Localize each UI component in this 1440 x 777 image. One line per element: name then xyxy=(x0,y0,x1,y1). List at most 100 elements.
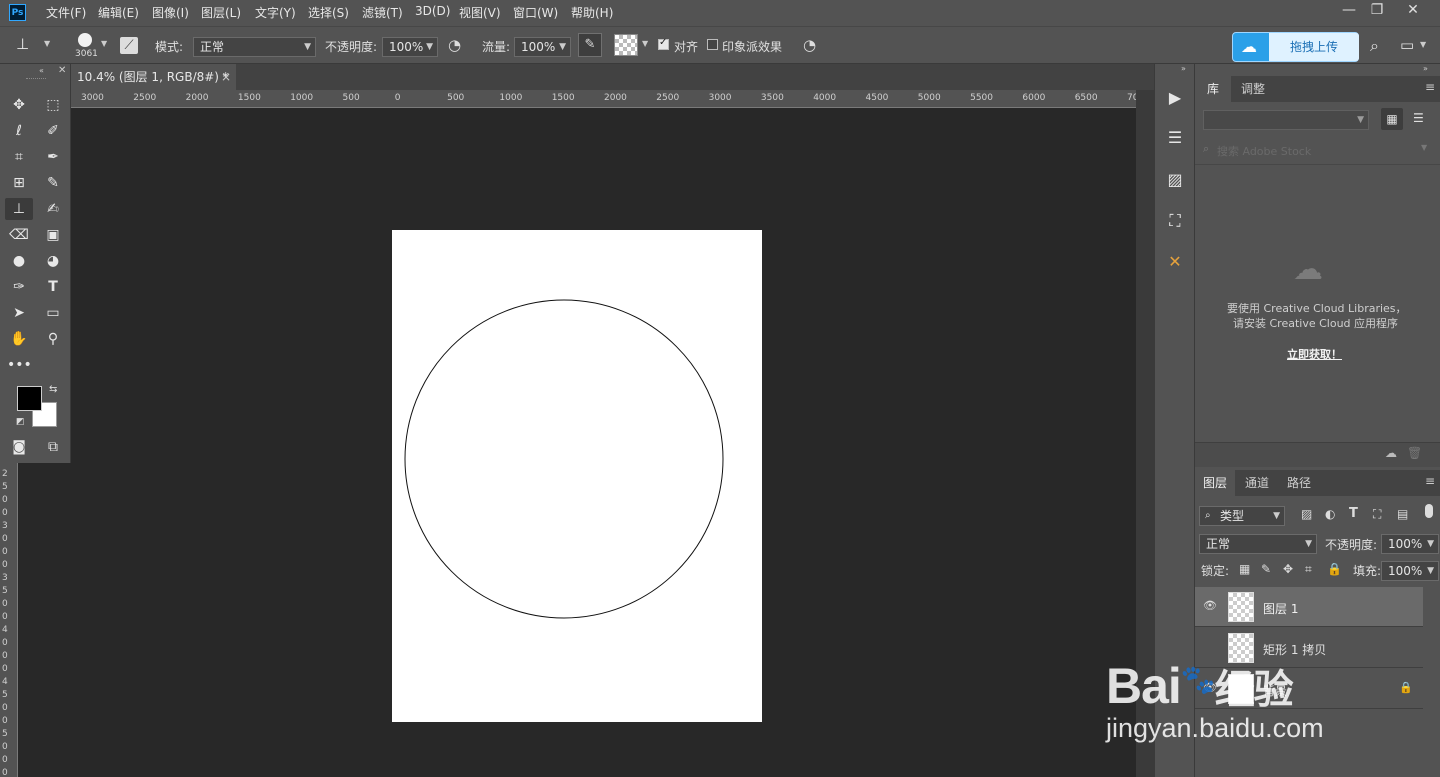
layer-name[interactable]: 图层 1 xyxy=(1263,600,1298,617)
list-view-icon[interactable]: ☰ xyxy=(1413,111,1424,125)
collapse-panel-icon[interactable]: « xyxy=(39,66,44,75)
path-selection-tool-icon[interactable]: ➤ xyxy=(7,302,31,324)
close-window-button[interactable]: ✕ xyxy=(1396,0,1430,22)
filter-smart-object-icon[interactable]: ▤ xyxy=(1397,507,1408,521)
fill-input[interactable]: 100% ▼ xyxy=(1381,561,1439,581)
menu-3d[interactable]: 3D(D) xyxy=(415,4,450,18)
brush-tool-icon[interactable]: ✎ xyxy=(41,172,65,194)
quick-select-tool-icon[interactable]: ✐ xyxy=(41,120,65,142)
zoom-tool-icon[interactable]: ⚲ xyxy=(41,328,65,350)
move-tool-icon[interactable]: ✥ xyxy=(7,94,31,116)
collapse-strip-icon[interactable]: » xyxy=(1181,64,1186,73)
history-brush-tool-icon[interactable]: ✍ xyxy=(41,198,65,220)
dodge-tool-icon[interactable]: ◕ xyxy=(41,250,65,272)
tab-libraries[interactable]: 库 xyxy=(1195,76,1231,102)
pressure-opacity-icon[interactable]: ◔ xyxy=(448,36,461,54)
brush-tip-icon[interactable] xyxy=(78,33,92,47)
menu-window[interactable]: 窗口(W) xyxy=(513,4,558,21)
properties-icon[interactable]: ☰ xyxy=(1163,126,1187,150)
cloud-upload-button[interactable]: ☁ 拖拽上传 xyxy=(1232,32,1359,62)
tool-preset-chevron-down-icon[interactable]: ▼ xyxy=(44,39,50,48)
filter-pixel-icon[interactable]: ▨ xyxy=(1301,507,1312,521)
person-frame-icon[interactable]: ⛶ xyxy=(1163,209,1187,233)
clone-source-swatch[interactable] xyxy=(614,34,638,56)
layer-opacity-input[interactable]: 100% ▼ xyxy=(1381,534,1439,554)
quick-mask-icon[interactable]: ◙ xyxy=(7,436,31,458)
document-tab[interactable]: 10.4% (图层 1, RGB/8#) * × xyxy=(71,64,236,90)
panel-grip[interactable] xyxy=(26,78,46,81)
lock-transparency-icon[interactable]: ▦ xyxy=(1239,562,1250,576)
align-checkbox[interactable] xyxy=(658,37,669,50)
pen-tool-icon[interactable]: ✑ xyxy=(7,276,31,298)
pressure-size-icon[interactable]: ◔ xyxy=(803,36,816,54)
blur-tool-icon[interactable]: ● xyxy=(7,250,31,272)
type-tool-icon[interactable]: T xyxy=(41,276,65,298)
brush-settings-icon[interactable]: ⟋ xyxy=(120,37,138,54)
close-panel-icon[interactable]: ✕ xyxy=(58,65,66,76)
restore-button[interactable]: ❐ xyxy=(1360,0,1394,22)
lock-pixels-icon[interactable]: ✎ xyxy=(1261,562,1271,576)
grid-view-icon[interactable]: ▦ xyxy=(1381,108,1403,130)
eyedropper-tool-icon[interactable]: ✒ xyxy=(41,146,65,168)
trash-icon[interactable]: 🗑 xyxy=(1407,446,1422,460)
menu-filter[interactable]: 滤镜(T) xyxy=(362,4,403,21)
filter-shape-icon[interactable]: ⛶ xyxy=(1373,507,1381,522)
tab-layers[interactable]: 图层 xyxy=(1195,470,1235,496)
tab-paths[interactable]: 路径 xyxy=(1279,470,1319,496)
gradient-tool-icon[interactable]: ▣ xyxy=(41,224,65,246)
menu-view[interactable]: 视图(V) xyxy=(459,4,501,21)
default-colors-icon[interactable]: ◩ xyxy=(16,417,25,427)
get-it-now-link[interactable]: 立即获取！ xyxy=(1287,346,1342,362)
crop-tool-icon[interactable]: ⌗ xyxy=(7,146,31,168)
filter-toggle[interactable] xyxy=(1425,504,1433,518)
marquee-tool-icon[interactable]: ⬚ xyxy=(41,94,65,116)
more-tools-icon[interactable]: ••• xyxy=(7,354,32,376)
swap-colors-icon[interactable]: ⇆ xyxy=(49,384,57,395)
blend-mode-select[interactable]: 正常 ▼ xyxy=(1199,534,1317,554)
libraries-icon[interactable]: ▨ xyxy=(1163,168,1187,192)
collapse-panels-icon[interactable]: » xyxy=(1423,64,1428,73)
workspace-chevron-down-icon[interactable]: ▼ xyxy=(1420,40,1426,49)
lock-position-icon[interactable]: ✥ xyxy=(1283,562,1293,576)
opacity-input[interactable]: 100% ▼ xyxy=(382,37,438,57)
menu-image[interactable]: 图像(I) xyxy=(152,4,189,21)
airbrush-icon[interactable]: ✎ xyxy=(578,33,602,57)
mode-select[interactable]: 正常 ▼ xyxy=(193,37,316,57)
clone-source-chevron-down-icon[interactable]: ▼ xyxy=(642,39,648,48)
filter-adjustment-icon[interactable]: ◐ xyxy=(1325,507,1335,521)
lock-artboard-icon[interactable]: ⌗ xyxy=(1305,562,1312,577)
menu-type[interactable]: 文字(Y) xyxy=(255,4,296,21)
library-select[interactable]: ▼ xyxy=(1203,110,1369,130)
layer-filter-select[interactable]: ⌕ 类型 ▼ xyxy=(1199,506,1285,526)
hand-tool-icon[interactable]: ✋ xyxy=(7,328,31,350)
chevron-down-icon[interactable]: ▼ xyxy=(1421,143,1427,152)
tab-adjustments[interactable]: 调整 xyxy=(1233,76,1273,102)
tools-cross-icon[interactable]: ✕ xyxy=(1163,250,1187,274)
menu-file[interactable]: 文件(F) xyxy=(46,4,86,21)
panel-menu-icon[interactable]: ≡ xyxy=(1425,474,1435,488)
visibility-eye-icon[interactable]: 👁 xyxy=(1203,599,1217,612)
impressionist-checkbox[interactable] xyxy=(707,39,718,50)
healing-brush-tool-icon[interactable]: ⊞ xyxy=(7,172,31,194)
tab-channels[interactable]: 通道 xyxy=(1237,470,1277,496)
clone-stamp-tool-icon[interactable]: ⊥ xyxy=(5,198,33,220)
menu-select[interactable]: 选择(S) xyxy=(308,4,349,21)
rectangle-tool-icon[interactable]: ▭ xyxy=(41,302,65,324)
cloud-sync-icon[interactable]: ☁ xyxy=(1385,446,1397,460)
lock-all-icon[interactable]: 🔒 xyxy=(1327,562,1342,576)
play-actions-icon[interactable]: ▶ xyxy=(1163,86,1187,110)
lasso-tool-icon[interactable]: ℓ xyxy=(7,120,31,142)
filter-type-icon[interactable]: T xyxy=(1349,506,1358,521)
foreground-color-swatch[interactable] xyxy=(17,386,42,411)
menu-edit[interactable]: 编辑(E) xyxy=(98,4,139,21)
menu-help[interactable]: 帮助(H) xyxy=(571,4,613,21)
menu-layer[interactable]: 图层(L) xyxy=(201,4,241,21)
stock-search-input[interactable]: 搜索 Adobe Stock xyxy=(1217,143,1311,159)
layer-row[interactable]: 👁 图层 1 xyxy=(1195,587,1423,627)
clone-stamp-tool-icon[interactable]: ⊥ xyxy=(16,35,29,53)
brush-picker-chevron-down-icon[interactable]: ▼ xyxy=(101,39,107,48)
search-icon[interactable]: ⌕ xyxy=(1370,36,1379,56)
workspace-icon[interactable]: ▭ xyxy=(1400,36,1414,54)
document-canvas[interactable] xyxy=(392,230,762,722)
screen-mode-icon[interactable]: ⧉ xyxy=(41,436,65,458)
